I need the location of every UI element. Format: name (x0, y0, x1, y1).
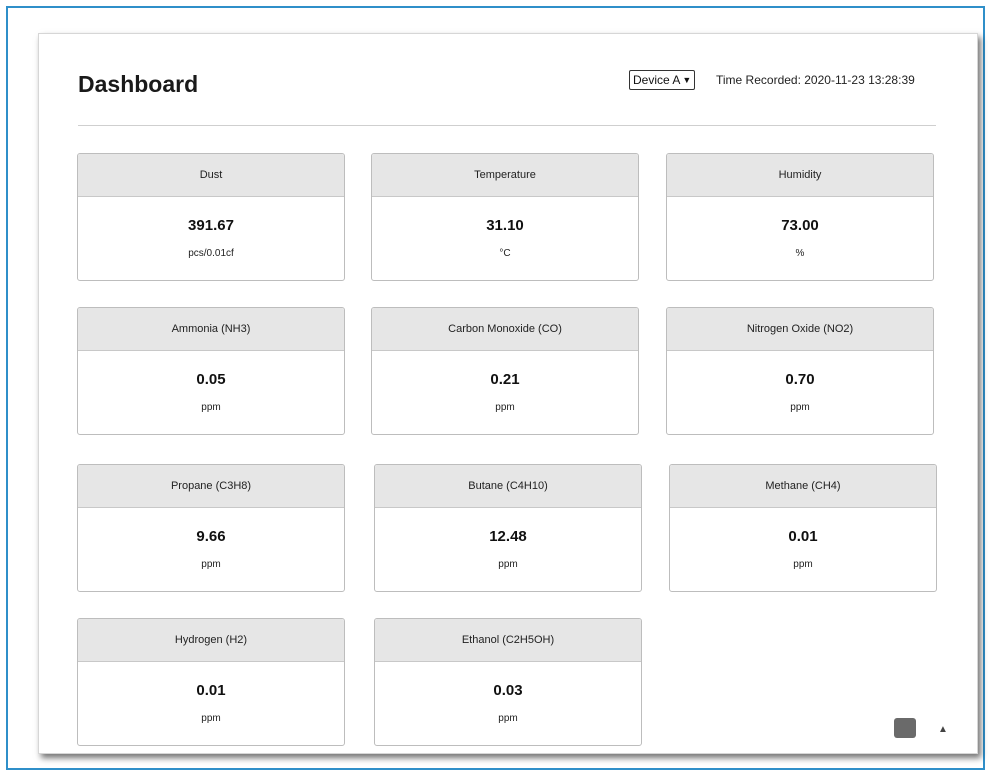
sensor-card-ammonia: Ammonia (NH3) 0.05 ppm (77, 307, 345, 435)
card-label: Propane (C3H8) (78, 465, 344, 508)
card-label: Humidity (667, 154, 933, 197)
card-unit: ppm (790, 402, 810, 413)
card-label: Ethanol (C2H5OH) (375, 619, 641, 662)
card-label: Temperature (372, 154, 638, 197)
card-label: Hydrogen (H2) (78, 619, 344, 662)
card-value: 0.03 (493, 682, 523, 699)
card-value: 391.67 (188, 217, 234, 234)
sensor-card-propane: Propane (C3H8) 9.66 ppm (77, 464, 345, 592)
card-value: 9.66 (196, 528, 226, 545)
time-recorded: Time Recorded: 2020-11-23 13:28:39 (716, 73, 915, 87)
card-label: Methane (CH4) (670, 465, 936, 508)
card-value: 0.21 (490, 371, 520, 388)
sensor-card-dust: Dust 391.67 pcs/0.01cf (77, 153, 345, 281)
dashboard-panel: Dashboard Device A ▼ Time Recorded: 2020… (38, 33, 978, 754)
header-divider (78, 125, 936, 126)
card-value: 12.48 (489, 528, 527, 545)
sensor-card-temperature: Temperature 31.10 °C (371, 153, 639, 281)
chevron-down-icon: ▼ (682, 75, 692, 85)
device-select[interactable]: Device A ▼ (629, 70, 696, 90)
card-unit: pcs/0.01cf (188, 248, 234, 259)
scroll-to-top-icon[interactable] (894, 718, 916, 738)
card-value: 0.01 (788, 528, 818, 545)
card-label: Ammonia (NH3) (78, 308, 344, 351)
card-unit: ppm (498, 559, 518, 570)
sensor-card-humidity: Humidity 73.00 % (666, 153, 934, 281)
device-select-value: Device A (633, 73, 681, 87)
card-label: Carbon Monoxide (CO) (372, 308, 638, 351)
card-unit: ppm (201, 713, 221, 724)
sensor-card-nitrogen-oxide: Nitrogen Oxide (NO2) 0.70 ppm (666, 307, 934, 435)
sensor-card-ethanol: Ethanol (C2H5OH) 0.03 ppm (374, 618, 642, 746)
card-value: 31.10 (486, 217, 524, 234)
card-unit: ppm (201, 402, 221, 413)
card-unit: ppm (495, 402, 515, 413)
card-unit: ppm (498, 713, 518, 724)
card-value: 0.01 (196, 682, 226, 699)
page-title: Dashboard (78, 71, 199, 97)
sensor-card-carbon-monoxide: Carbon Monoxide (CO) 0.21 ppm (371, 307, 639, 435)
card-unit: ppm (793, 559, 813, 570)
card-unit: ppm (201, 559, 221, 570)
sensor-card-butane: Butane (C4H10) 12.48 ppm (374, 464, 642, 592)
scroll-up-arrow-icon[interactable]: ▲ (938, 724, 948, 735)
card-unit: °C (499, 248, 511, 259)
card-value: 73.00 (781, 217, 819, 234)
card-label: Dust (78, 154, 344, 197)
sensor-card-methane: Methane (CH4) 0.01 ppm (669, 464, 937, 592)
card-unit: % (795, 248, 805, 259)
sensor-card-hydrogen: Hydrogen (H2) 0.01 ppm (77, 618, 345, 746)
card-value: 0.05 (196, 371, 226, 388)
card-label: Nitrogen Oxide (NO2) (667, 308, 933, 351)
card-value: 0.70 (785, 371, 815, 388)
card-label: Butane (C4H10) (375, 465, 641, 508)
